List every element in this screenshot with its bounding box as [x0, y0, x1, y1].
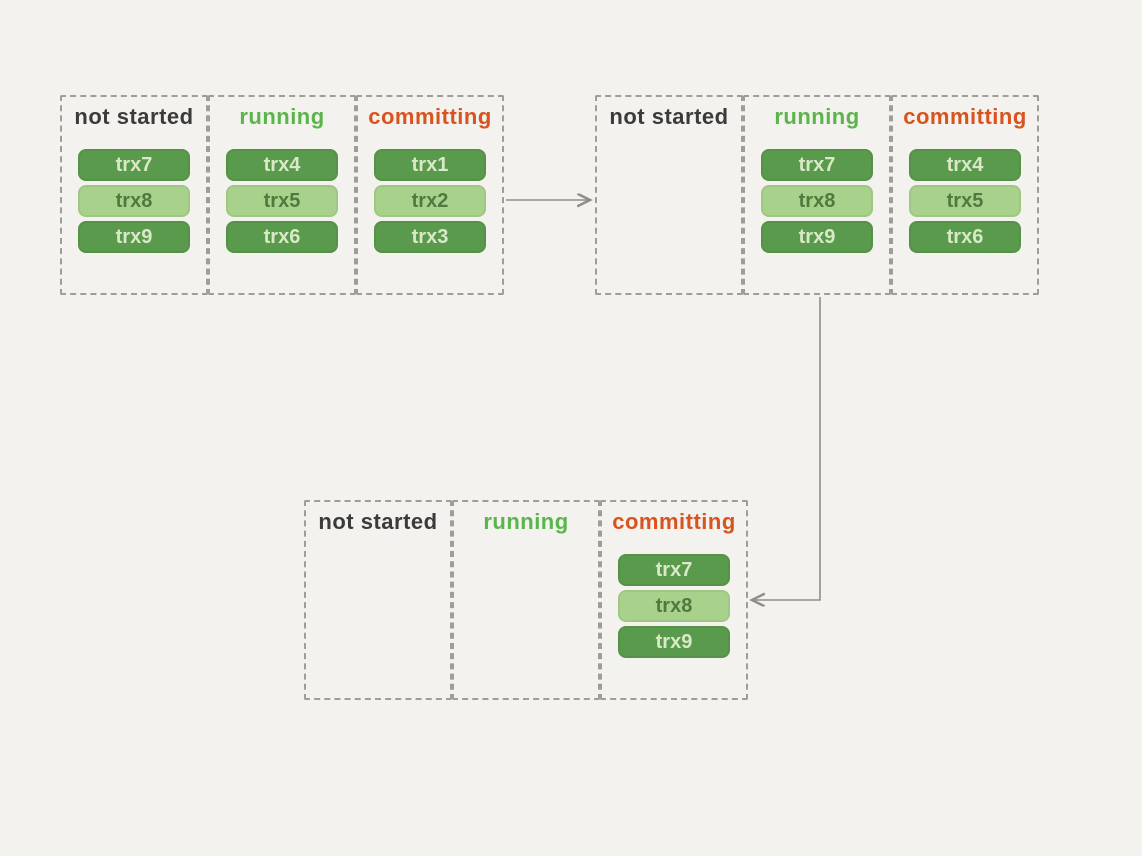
stage-3-committing-items: trx7 trx8 trx9: [608, 554, 740, 658]
stage-2-committing-items: trx4 trx5 trx6: [899, 149, 1031, 253]
transaction-pill: trx9: [78, 221, 190, 253]
transaction-pill: trx1: [374, 149, 486, 181]
transaction-pill: trx5: [226, 185, 338, 217]
col-title-committing: committing: [899, 103, 1031, 135]
transaction-pill: trx8: [78, 185, 190, 217]
stage-3-col-not-started: not started: [304, 500, 452, 700]
col-title-running: running: [460, 508, 592, 540]
stage-2-running-items: trx7 trx8 trx9: [751, 149, 883, 253]
transaction-pill: trx4: [226, 149, 338, 181]
col-title-not-started: not started: [603, 103, 735, 135]
transaction-pill: trx7: [78, 149, 190, 181]
stage-2-col-committing: committing trx4 trx5 trx6: [891, 95, 1039, 295]
arrow-stage2-to-stage3: [752, 297, 820, 600]
transaction-pill: trx6: [226, 221, 338, 253]
transaction-pill: trx4: [909, 149, 1021, 181]
stage-3-col-running: running: [452, 500, 600, 700]
transaction-pill: trx2: [374, 185, 486, 217]
transaction-pill: trx5: [909, 185, 1021, 217]
stage-2-col-running: running trx7 trx8 trx9: [743, 95, 891, 295]
col-title-not-started: not started: [68, 103, 200, 135]
transaction-pill: trx7: [761, 149, 873, 181]
stage-1-col-running: running trx4 trx5 trx6: [208, 95, 356, 295]
transaction-pill: trx3: [374, 221, 486, 253]
transaction-pill: trx9: [618, 626, 730, 658]
stage-1-col-committing: committing trx1 trx2 trx3: [356, 95, 504, 295]
stage-3-col-committing: committing trx7 trx8 trx9: [600, 500, 748, 700]
stage-1-committing-items: trx1 trx2 trx3: [364, 149, 496, 253]
col-title-not-started: not started: [312, 508, 444, 540]
transaction-pill: trx9: [761, 221, 873, 253]
stage-1-col-not-started: not started trx7 trx8 trx9: [60, 95, 208, 295]
transaction-pill: trx8: [618, 590, 730, 622]
stage-1-running-items: trx4 trx5 trx6: [216, 149, 348, 253]
col-title-committing: committing: [364, 103, 496, 135]
col-title-running: running: [216, 103, 348, 135]
transaction-pill: trx6: [909, 221, 1021, 253]
stage-2-col-not-started: not started: [595, 95, 743, 295]
col-title-running: running: [751, 103, 883, 135]
col-title-committing: committing: [608, 508, 740, 540]
stage-1-not-started-items: trx7 trx8 trx9: [68, 149, 200, 253]
transaction-pill: trx8: [761, 185, 873, 217]
transaction-pill: trx7: [618, 554, 730, 586]
